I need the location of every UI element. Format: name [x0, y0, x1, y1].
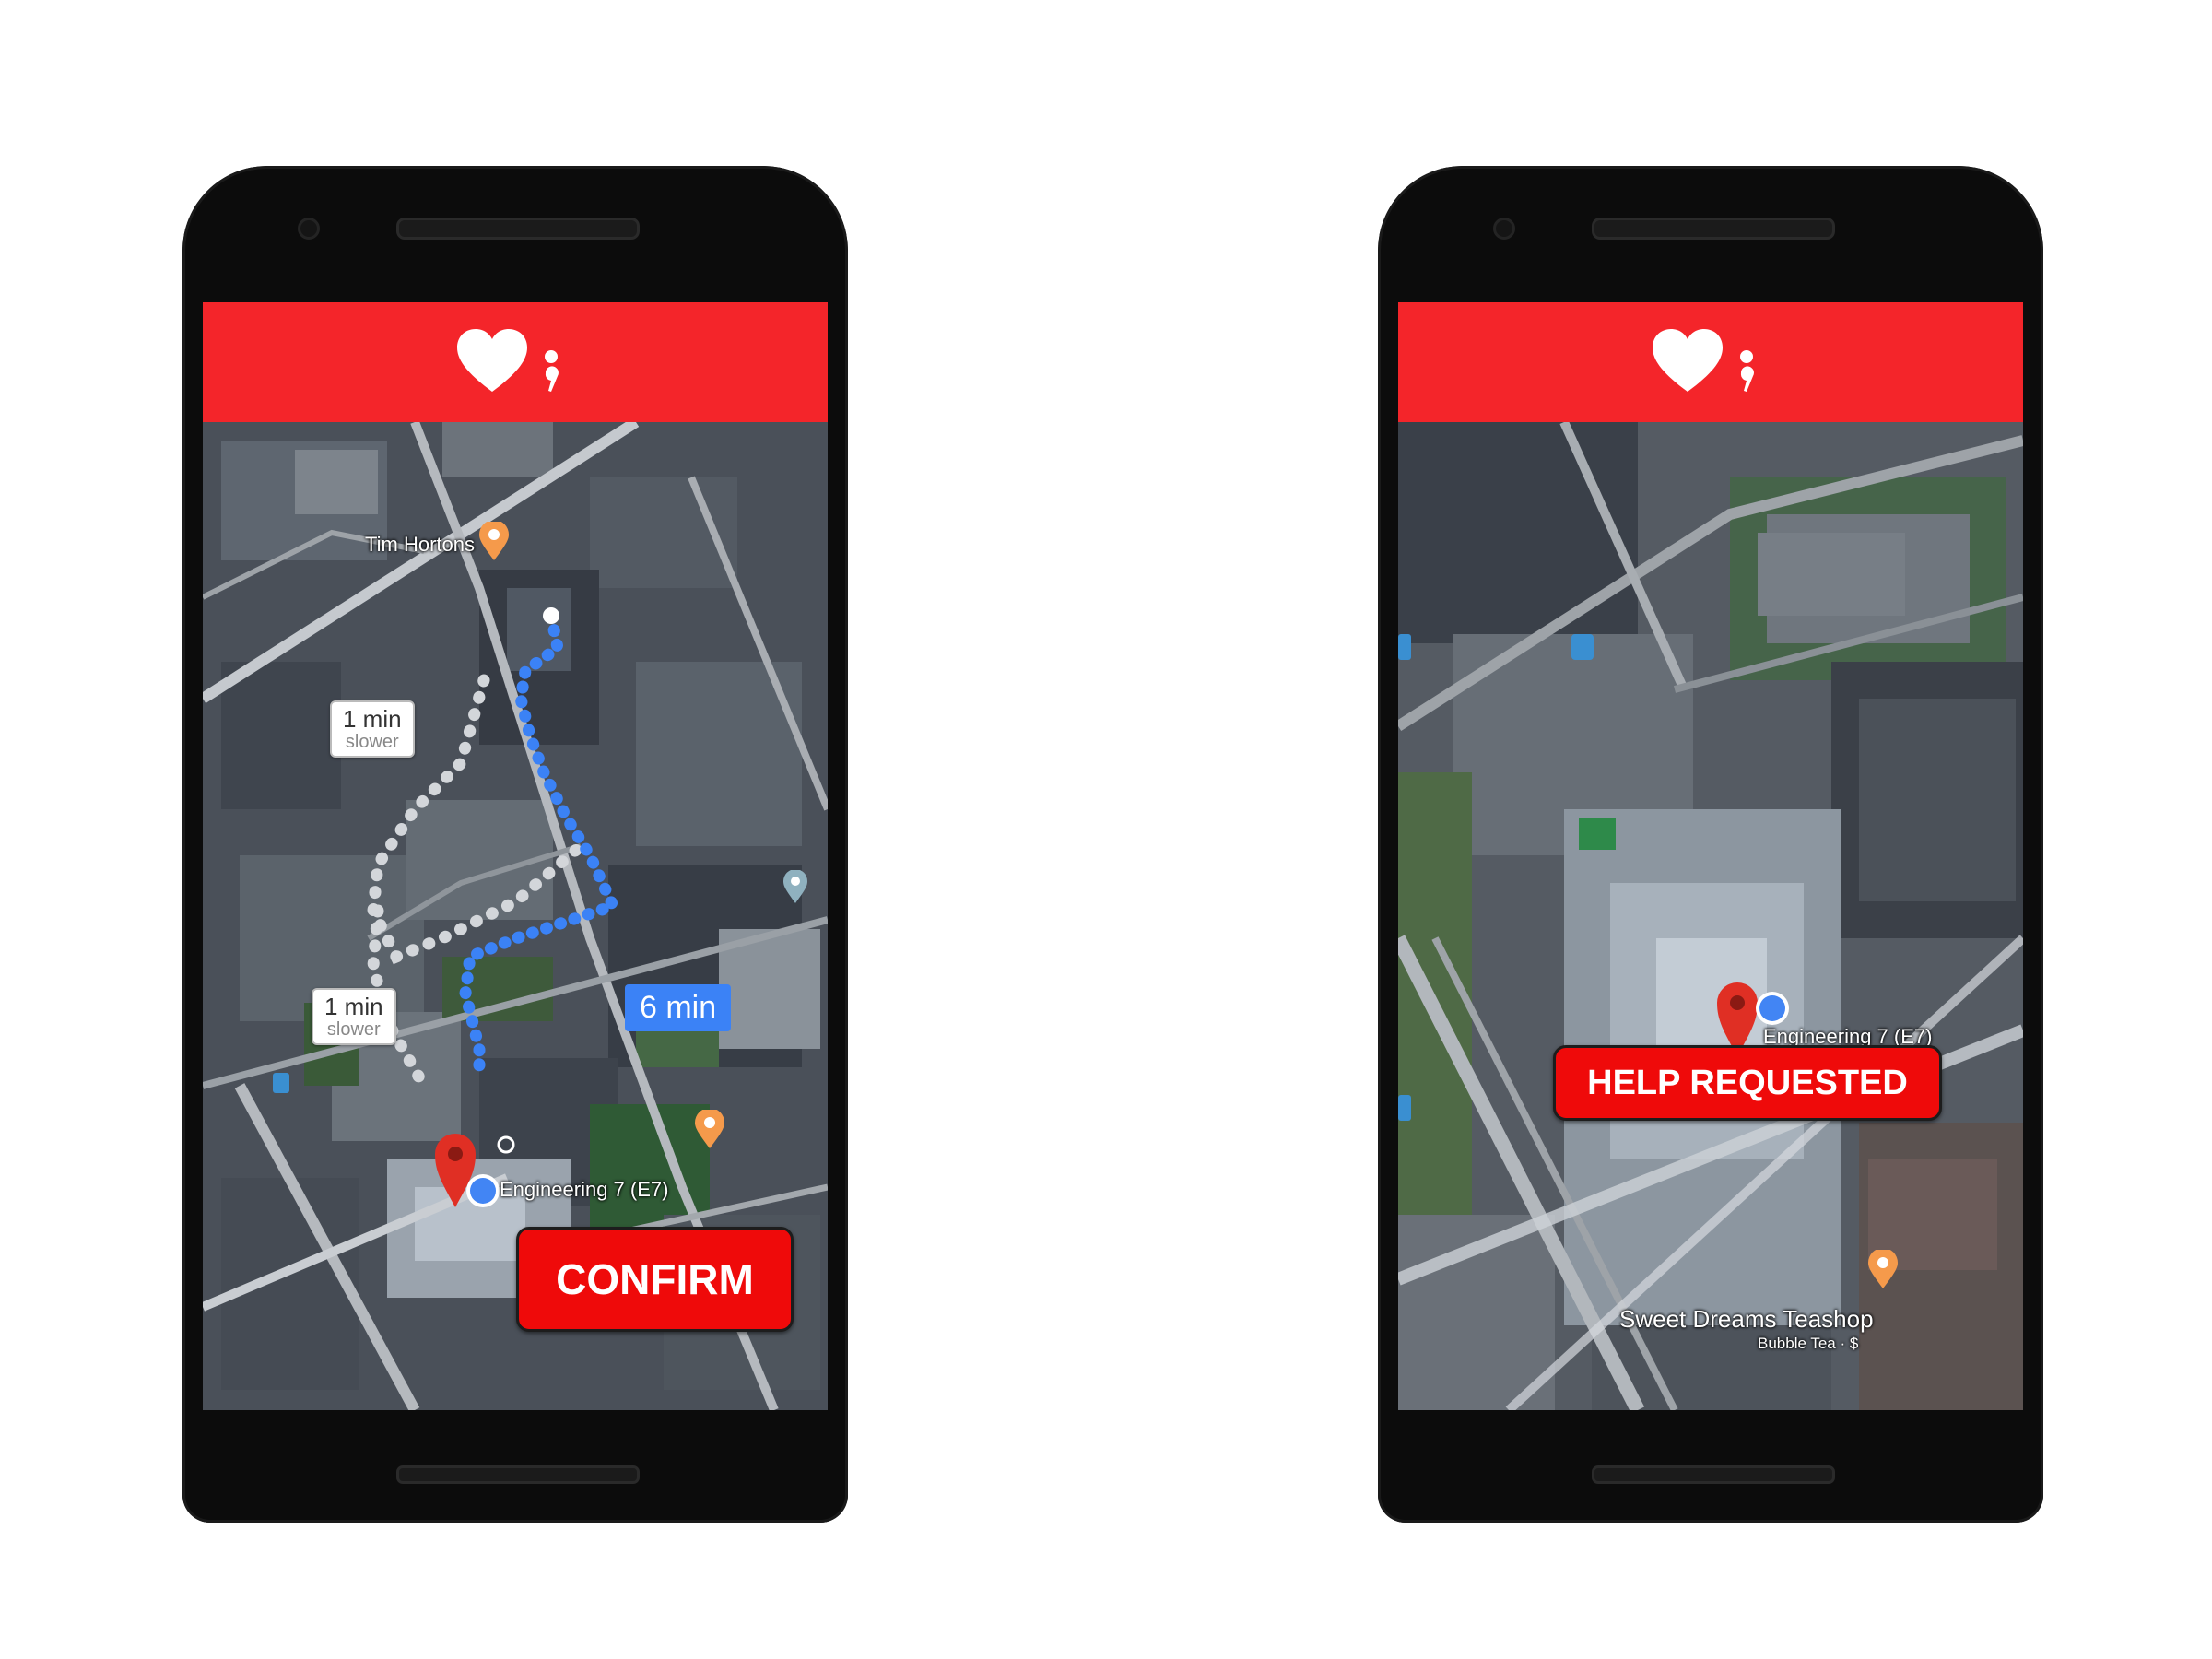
confirm-button[interactable]: CONFIRM [516, 1227, 794, 1332]
heart-semicolon-logo-icon [457, 329, 559, 392]
heart-semicolon-logo-icon [1653, 329, 1754, 392]
alt-route-time: 1 min [343, 705, 402, 733]
eta-label[interactable]: 6 min [625, 984, 732, 1031]
place-label-tim-hortons: Tim Hortons [365, 533, 475, 556]
earpiece-speaker [1592, 218, 1835, 240]
place-label-engineering: Engineering 7 (E7) [500, 1178, 669, 1201]
food-pin-icon[interactable] [477, 522, 511, 562]
place-label-teashop: Sweet Dreams Teashop [1619, 1305, 1874, 1333]
help-requested-banner[interactable]: HELP REQUESTED [1553, 1045, 1942, 1121]
food-pin-icon[interactable] [693, 1110, 726, 1150]
alt-route-note: slower [345, 732, 399, 752]
alt-route-tag[interactable]: 1 min slower [312, 988, 396, 1045]
app-header [203, 302, 828, 422]
app-header [1398, 302, 2023, 422]
food-pin-icon[interactable] [1866, 1250, 1900, 1290]
place-pin-icon[interactable] [782, 870, 809, 905]
alt-route-tag[interactable]: 1 min slower [330, 700, 415, 758]
screen-route-selection: Tim Hortons Engineering 7 (E7) 1 min slo… [203, 302, 828, 1410]
phone-frame-left: Tim Hortons Engineering 7 (E7) 1 min slo… [182, 166, 848, 1523]
satellite-map[interactable]: Engineering 7 (E7) Sweet Dreams Teashop … [1398, 422, 2023, 1410]
phone-frame-right: Engineering 7 (E7) Sweet Dreams Teashop … [1378, 166, 2043, 1523]
alt-route-time: 1 min [324, 993, 383, 1020]
current-location-icon [466, 1174, 500, 1207]
place-sublabel-teashop: Bubble Tea · $ [1758, 1335, 1859, 1352]
earpiece-speaker [396, 218, 640, 240]
screen-help-requested: Engineering 7 (E7) Sweet Dreams Teashop … [1398, 302, 2023, 1410]
front-camera-icon [1493, 218, 1515, 240]
alt-route-note: slower [326, 1019, 381, 1040]
front-camera-icon [298, 218, 320, 240]
bottom-bezel-bar [1592, 1465, 1835, 1484]
current-location-icon [1756, 992, 1789, 1025]
bottom-bezel-bar [396, 1465, 640, 1484]
